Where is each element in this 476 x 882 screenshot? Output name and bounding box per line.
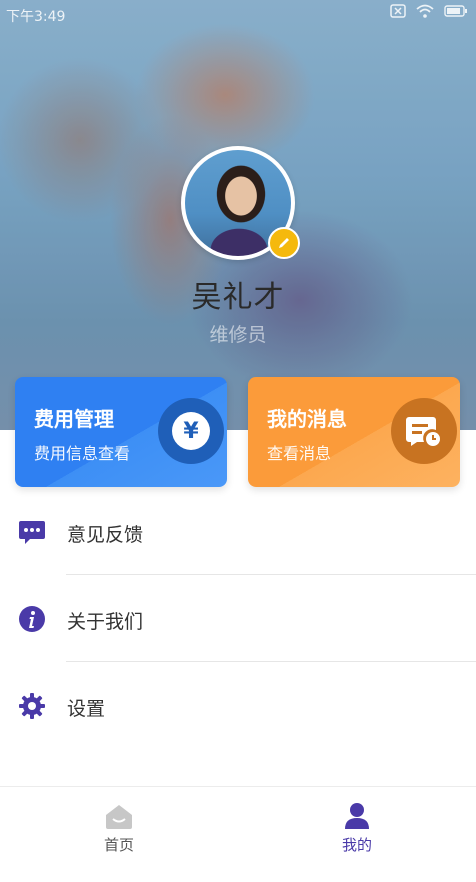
message-clock-icon [406, 417, 440, 446]
status-bar: 下午3:49 [0, 0, 476, 30]
menu-item-settings[interactable]: 设置 [0, 662, 476, 749]
profile-screen: 下午3:49 吴礼才 维修员 费用管理 费用信息查看 ¥ 我的消息 查看消息 意… [0, 0, 476, 882]
info-icon [19, 606, 45, 632]
menu-item-about-us[interactable]: 关于我们 [0, 575, 476, 662]
fee-card-icon-circle: ¥ [158, 398, 224, 464]
nav-item-mine[interactable]: 我的 [238, 787, 476, 882]
battery-icon [444, 5, 467, 17]
user-icon [345, 803, 369, 829]
menu-item-label: 设置 [67, 698, 106, 720]
nav-item-home[interactable]: 首页 [0, 787, 238, 882]
fee-card-subtitle: 费用信息查看 [34, 444, 131, 463]
my-messages-card[interactable]: 我的消息 查看消息 [248, 377, 460, 487]
yen-icon: ¥ [172, 412, 210, 450]
bottom-nav: 首页 我的 [0, 786, 476, 882]
home-icon [106, 805, 132, 829]
status-time: 下午3:49 [6, 9, 66, 25]
menu-item-label: 意见反馈 [67, 524, 144, 546]
fee-management-card[interactable]: 费用管理 费用信息查看 ¥ [15, 377, 227, 487]
messages-card-subtitle: 查看消息 [267, 444, 332, 463]
menu-item-label: 关于我们 [67, 611, 144, 633]
messages-card-icon-circle [391, 398, 457, 464]
fee-card-title: 费用管理 [34, 407, 114, 431]
status-icons [390, 4, 468, 18]
user-name: 吴礼才 [191, 280, 285, 315]
feedback-icon [19, 521, 45, 544]
menu-item-feedback[interactable]: 意见反馈 [0, 488, 476, 575]
user-role: 维修员 [209, 324, 267, 346]
nav-label-home: 首页 [103, 836, 134, 854]
gear-icon [19, 693, 45, 719]
nav-label-mine: 我的 [341, 836, 372, 854]
edit-avatar-button[interactable] [268, 227, 300, 259]
notification-off-icon [390, 4, 406, 18]
wifi-icon [416, 4, 434, 18]
pencil-icon [279, 238, 289, 248]
messages-card-title: 我的消息 [267, 407, 347, 431]
settings-menu: 意见反馈 关于我们 设置 [0, 488, 476, 749]
